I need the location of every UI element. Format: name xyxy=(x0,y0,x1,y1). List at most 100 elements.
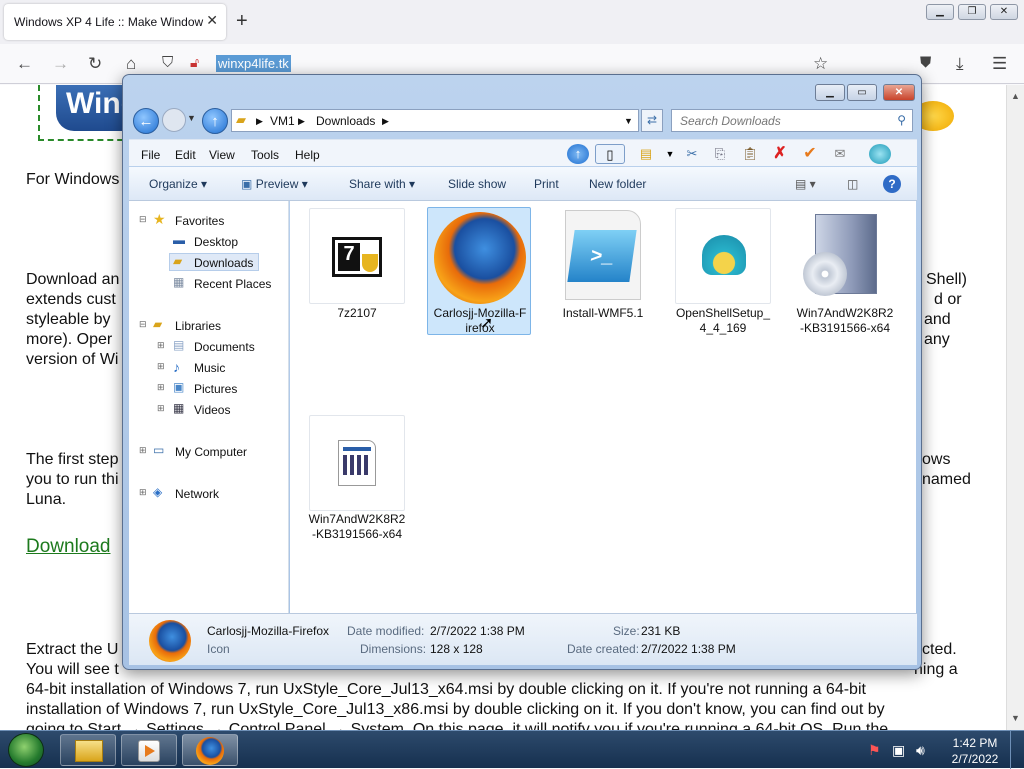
maximize-button[interactable]: ❐ xyxy=(958,4,986,20)
nav-music[interactable]: Music xyxy=(194,361,225,375)
download-link[interactable]: Download xyxy=(26,536,111,558)
back-button[interactable]: ← xyxy=(133,108,159,134)
expand-icon[interactable]: ⊞ xyxy=(157,361,165,372)
browser-tab[interactable]: Windows XP 4 Life :: Make Window ✕ xyxy=(4,4,226,40)
cut-icon[interactable]: ✂ xyxy=(681,144,703,164)
views-dropdown-icon[interactable]: ▼ xyxy=(659,144,681,164)
menu-icon[interactable]: ☰ xyxy=(992,54,1007,74)
file-tile-openshell[interactable] xyxy=(675,208,771,304)
close-tab-icon[interactable]: ✕ xyxy=(206,12,218,29)
action-center-flag-icon[interactable]: ⚑ xyxy=(868,742,881,759)
nav-my-computer[interactable]: My Computer xyxy=(175,445,247,459)
menu-help[interactable]: Help xyxy=(295,148,320,162)
volume-icon[interactable]: 🔊︎ xyxy=(916,742,925,759)
preview-button[interactable]: ▣ Preview ▾ xyxy=(241,177,308,191)
email-icon[interactable]: ✉ xyxy=(829,144,851,164)
address-bar[interactable]: ▰ ▶ VM1 ▶ Downloads ▶ ▼ xyxy=(231,109,639,132)
explorer-maximize-button[interactable]: ▭ xyxy=(847,84,877,101)
insecure-lock-icon[interactable]: 🔓︎ xyxy=(190,54,199,71)
history-dropdown-icon[interactable]: ▼ xyxy=(187,113,196,123)
scroll-up-icon[interactable]: ▲ xyxy=(1011,91,1020,101)
page-scrollbar[interactable]: ▲ ▼ xyxy=(1006,85,1024,730)
file-label[interactable]: Win7AndW2K8R2 -KB3191566-x64 xyxy=(297,512,417,542)
views-icon[interactable]: ▤ xyxy=(635,144,657,164)
folders-pane-icon[interactable]: ▯ xyxy=(595,144,625,164)
expand-icon[interactable]: ⊞ xyxy=(157,340,165,351)
chevron-right-icon[interactable]: ▶ xyxy=(256,116,263,127)
pocket-icon[interactable]: ⛊ xyxy=(920,54,931,71)
clock-time[interactable]: 1:42 PM xyxy=(950,736,1000,750)
menu-view[interactable]: View xyxy=(209,148,235,162)
taskbar-firefox[interactable] xyxy=(182,734,238,766)
forward-button[interactable] xyxy=(162,108,186,132)
slide-show-button[interactable]: Slide show xyxy=(448,177,506,191)
forward-arrow-icon[interactable]: → xyxy=(52,54,69,74)
properties-check-icon[interactable]: ✔ xyxy=(799,144,821,164)
copy-icon[interactable]: ⎘ xyxy=(709,144,731,164)
address-dropdown-icon[interactable]: ▼ xyxy=(624,116,633,126)
network-tray-icon[interactable]: ▣ xyxy=(892,742,905,759)
file-label[interactable]: 7z2107 xyxy=(297,306,417,321)
search-input[interactable]: Search Downloads ⚲ xyxy=(671,109,913,132)
file-tile-install-wmf[interactable]: >_ xyxy=(555,208,651,304)
minimize-button[interactable]: ▁ xyxy=(926,4,954,20)
taskbar-explorer[interactable] xyxy=(60,734,116,766)
menu-edit[interactable]: Edit xyxy=(175,148,196,162)
nav-network[interactable]: Network xyxy=(175,487,219,501)
collapse-icon[interactable]: ⊟ xyxy=(139,319,147,330)
taskbar-media-player[interactable] xyxy=(121,734,177,766)
nav-videos[interactable]: Videos xyxy=(194,403,230,417)
delete-icon[interactable]: ✗ xyxy=(769,144,791,164)
file-tile-kb-msu[interactable] xyxy=(309,415,405,511)
nav-desktop[interactable]: Desktop xyxy=(194,235,238,249)
menu-file[interactable]: File xyxy=(141,148,160,162)
up-button[interactable]: ↑ xyxy=(202,108,228,134)
expand-icon[interactable]: ⊞ xyxy=(157,403,165,414)
reload-icon[interactable]: ↻ xyxy=(88,54,102,74)
help-icon[interactable]: ? xyxy=(883,175,901,193)
start-button[interactable] xyxy=(8,733,44,767)
paste-icon[interactable]: 📋︎ xyxy=(739,144,761,164)
organize-button[interactable]: Organize ▾ xyxy=(149,177,207,191)
refresh-icon[interactable]: ⇄ xyxy=(641,109,663,132)
file-label[interactable]: Install-WMF5.1 xyxy=(543,306,663,321)
file-tile-7zip[interactable]: 7 xyxy=(309,208,405,304)
url-bar[interactable]: winxp4life.tk xyxy=(216,55,291,72)
explorer-close-button[interactable]: ✕ xyxy=(883,84,915,101)
search-icon[interactable]: ⚲ xyxy=(897,113,906,127)
back-arrow-icon[interactable]: ← xyxy=(16,54,33,74)
new-folder-button[interactable]: New folder xyxy=(589,177,646,191)
nav-libraries[interactable]: Libraries xyxy=(175,319,221,333)
breadcrumb-vm1[interactable]: VM1 xyxy=(270,114,295,128)
nav-downloads[interactable]: Downloads xyxy=(194,256,253,270)
home-icon[interactable]: ⌂ xyxy=(126,54,136,74)
file-label[interactable]: Win7AndW2K8R2 -KB3191566-x64 xyxy=(785,306,905,336)
close-button[interactable]: ✕ xyxy=(990,4,1018,20)
bookmark-star-icon[interactable]: ☆ xyxy=(813,54,828,74)
preview-pane-icon[interactable]: ◫ xyxy=(847,177,858,191)
up-folder-icon[interactable]: ↑ xyxy=(567,144,589,164)
change-view-icon[interactable]: ▤ ▾ xyxy=(795,177,816,191)
chevron-right-icon[interactable]: ▶ xyxy=(382,116,389,127)
clock-date[interactable]: 2/7/2022 xyxy=(950,752,1000,766)
print-button[interactable]: Print xyxy=(534,177,559,191)
menu-tools[interactable]: Tools xyxy=(251,148,279,162)
collapse-icon[interactable]: ⊟ xyxy=(139,214,147,225)
explorer-minimize-button[interactable]: ▁ xyxy=(815,84,845,101)
nav-recent-places[interactable]: Recent Places xyxy=(194,277,271,291)
scroll-down-icon[interactable]: ▼ xyxy=(1011,713,1020,723)
new-tab-icon[interactable]: + xyxy=(236,10,248,33)
downloads-icon[interactable]: ⤓ xyxy=(956,54,964,74)
file-label[interactable]: OpenShellSetup_ 4_4_169 xyxy=(663,306,783,336)
show-desktop-button[interactable] xyxy=(1010,731,1024,769)
nav-favorites[interactable]: Favorites xyxy=(175,214,224,228)
expand-icon[interactable]: ⊞ xyxy=(157,382,165,393)
chevron-right-icon[interactable]: ▶ xyxy=(298,116,305,127)
shield-icon[interactable]: ⛉ xyxy=(162,54,173,71)
nav-pictures[interactable]: Pictures xyxy=(194,382,237,396)
share-with-button[interactable]: Share with ▾ xyxy=(349,177,415,191)
expand-icon[interactable]: ⊞ xyxy=(139,445,147,456)
file-tile-firefox[interactable]: Carlosjj-Mozilla-F irefox xyxy=(427,207,531,335)
breadcrumb-downloads[interactable]: Downloads xyxy=(316,114,375,128)
nav-documents[interactable]: Documents xyxy=(194,340,255,354)
